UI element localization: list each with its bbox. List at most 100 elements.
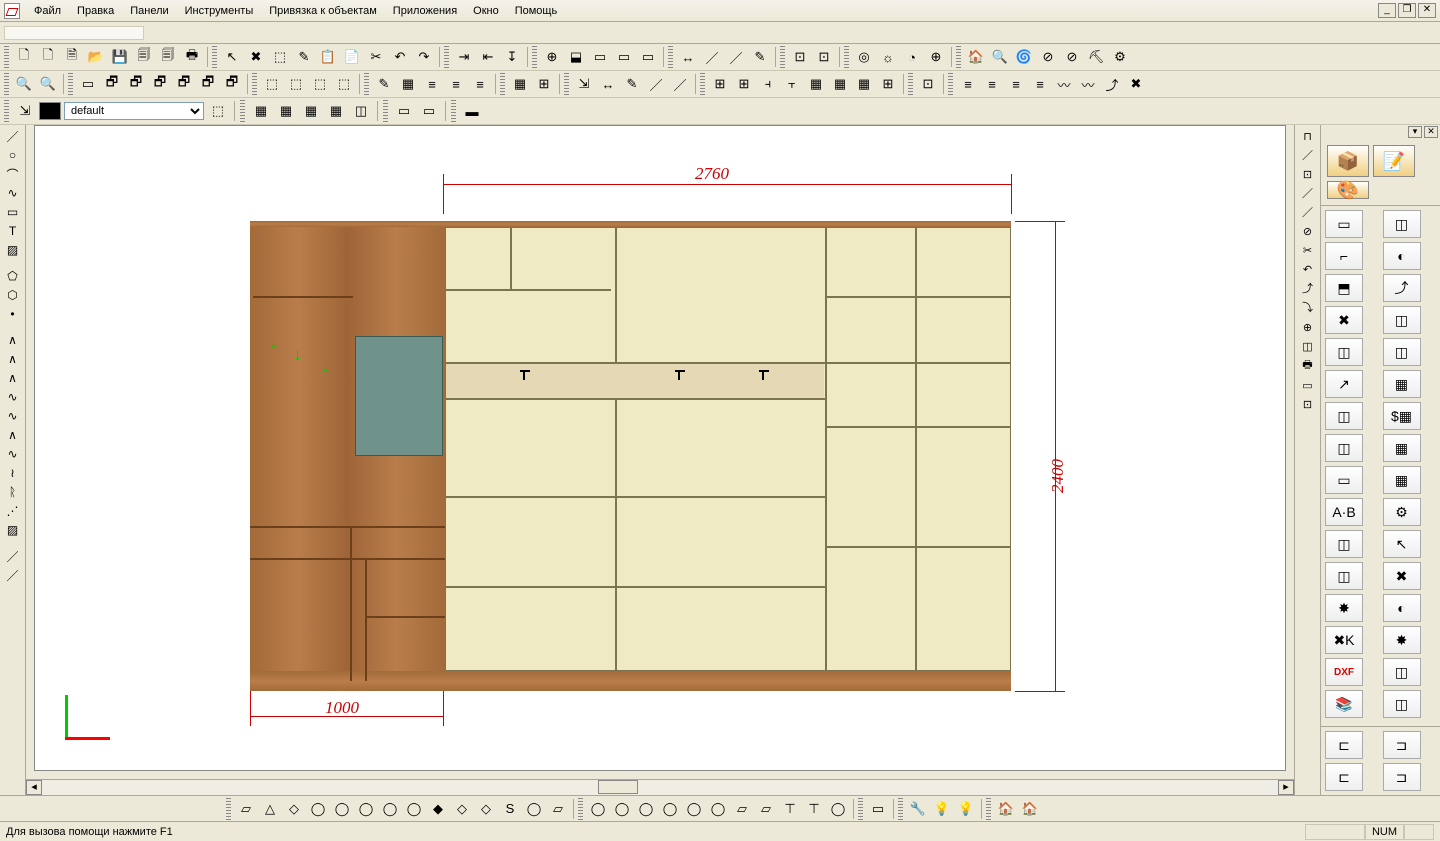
shape-button[interactable]: ◯ bbox=[587, 798, 609, 820]
toolbar-button[interactable]: 🔍 bbox=[37, 73, 59, 95]
toolbar-button[interactable]: 📋 bbox=[317, 46, 339, 68]
panel-item[interactable]: ◫ bbox=[1325, 402, 1363, 430]
shape-button[interactable]: ◯ bbox=[307, 798, 329, 820]
toolbar-button[interactable]: ⬚ bbox=[333, 73, 355, 95]
toolbar-button[interactable]: 🗋 bbox=[37, 46, 59, 68]
shape-button[interactable]: 🏠 bbox=[1019, 798, 1041, 820]
panel-item[interactable]: ✖ bbox=[1383, 562, 1421, 590]
shape-button[interactable]: S bbox=[499, 798, 521, 820]
tool-button[interactable]: ⊡ bbox=[1298, 395, 1318, 413]
tool-button[interactable]: ✂ bbox=[1298, 241, 1318, 259]
panel-item[interactable]: ✸ bbox=[1325, 594, 1363, 622]
toolbar-button[interactable]: ⬚ bbox=[285, 73, 307, 95]
tool-button[interactable]: ⬠ bbox=[3, 267, 23, 285]
toolbar-button[interactable]: ⊕ bbox=[541, 46, 563, 68]
shape-button[interactable]: ⊤ bbox=[779, 798, 801, 820]
toolbar-button[interactable]: ✎ bbox=[293, 46, 315, 68]
toolbar-button[interactable]: ▦ bbox=[853, 73, 875, 95]
toolbar-button[interactable]: 📄 bbox=[341, 46, 363, 68]
tool-button[interactable]: ∿ bbox=[3, 184, 23, 202]
scroll-track[interactable] bbox=[42, 780, 1278, 795]
tool-button[interactable]: ∿ bbox=[3, 445, 23, 463]
shape-button[interactable]: ◯ bbox=[379, 798, 401, 820]
tool-button[interactable]: ∧ bbox=[3, 426, 23, 444]
toolbar-button[interactable]: 🔍 bbox=[13, 73, 35, 95]
shape-button[interactable]: ▱ bbox=[235, 798, 257, 820]
layer-dropdown[interactable]: default bbox=[64, 102, 204, 120]
toolbar-button[interactable]: ／ bbox=[645, 73, 667, 95]
toolbar-button[interactable]: ⛏ bbox=[1085, 46, 1107, 68]
toolbar-button[interactable]: ⬚ bbox=[261, 73, 283, 95]
tool-button[interactable]: ▨ bbox=[3, 241, 23, 259]
menu-window[interactable]: Окно bbox=[465, 2, 507, 20]
panel-item[interactable]: ▦ bbox=[1383, 434, 1421, 462]
toolbar-button[interactable]: ↔ bbox=[677, 46, 699, 68]
toolbar-button[interactable]: ✎ bbox=[749, 46, 771, 68]
tool-button[interactable]: ∿ bbox=[3, 388, 23, 406]
panel-float-icon[interactable]: ▾ bbox=[1408, 126, 1422, 138]
toolbar-button[interactable]: ▭ bbox=[589, 46, 611, 68]
panel-close-icon[interactable]: ✕ bbox=[1424, 126, 1438, 138]
panel-item[interactable]: DXF bbox=[1325, 658, 1363, 686]
menu-panels[interactable]: Панели bbox=[122, 2, 176, 20]
toolbar-button[interactable]: ／ bbox=[701, 46, 723, 68]
toolbar-button[interactable]: 🖶 bbox=[181, 46, 203, 68]
toolbar-button[interactable]: ≡ bbox=[957, 73, 979, 95]
toolbar-button[interactable]: 🗗 bbox=[221, 73, 243, 95]
tool-button[interactable]: ᚱ bbox=[3, 483, 23, 501]
color-swatch[interactable] bbox=[39, 102, 61, 120]
panel-item[interactable]: 📚 bbox=[1325, 690, 1363, 718]
toolbar-button[interactable]: ↶ bbox=[389, 46, 411, 68]
tool-button[interactable]: ／ bbox=[3, 547, 23, 565]
toolbar-button[interactable]: ⊞ bbox=[733, 73, 755, 95]
panel-item[interactable]: ✖K bbox=[1325, 626, 1363, 654]
toolbar-button[interactable]: ⇲ bbox=[14, 100, 36, 122]
tool-button[interactable]: ▨ bbox=[3, 521, 23, 539]
tool-button[interactable]: T bbox=[3, 222, 23, 240]
toolbar-button[interactable]: ▭ bbox=[418, 100, 440, 122]
toolbar-button[interactable]: ⤴ bbox=[1101, 73, 1123, 95]
tool-button[interactable]: ／ bbox=[1298, 146, 1318, 164]
menu-tools[interactable]: Инструменты bbox=[177, 2, 262, 20]
close-button[interactable]: ✕ bbox=[1418, 3, 1436, 18]
tool-button[interactable]: ∧ bbox=[3, 331, 23, 349]
shape-button[interactable]: ◯ bbox=[331, 798, 353, 820]
panel-item[interactable]: ▦ bbox=[1383, 466, 1421, 494]
palette-icon[interactable]: 🎨 bbox=[1327, 181, 1369, 199]
toolbar-button[interactable]: 🔍 bbox=[989, 46, 1011, 68]
tool-button[interactable]: ／ bbox=[3, 127, 23, 145]
toolbar-button[interactable]: ⇲ bbox=[573, 73, 595, 95]
panel-item[interactable]: ▦ bbox=[1383, 370, 1421, 398]
panel-item[interactable]: ⊐ bbox=[1383, 763, 1421, 791]
panel-item[interactable]: ◫ bbox=[1325, 434, 1363, 462]
toolbar-button[interactable]: ▦ bbox=[805, 73, 827, 95]
menu-snap[interactable]: Привязка к объектам bbox=[261, 2, 385, 20]
toolbar-button[interactable]: 🌀 bbox=[1013, 46, 1035, 68]
panel-item[interactable]: ✸ bbox=[1383, 626, 1421, 654]
panel-item[interactable]: $▦ bbox=[1383, 402, 1421, 430]
panel-item[interactable]: ◫ bbox=[1383, 306, 1421, 334]
edit-library-icon[interactable]: 📝 bbox=[1373, 145, 1415, 177]
shape-button[interactable]: ▱ bbox=[731, 798, 753, 820]
toolbar-button[interactable]: ▦ bbox=[829, 73, 851, 95]
toolbar-button[interactable]: ⊘ bbox=[1037, 46, 1059, 68]
tool-button[interactable]: ⤴ bbox=[1298, 279, 1318, 297]
shape-button[interactable]: ◯ bbox=[659, 798, 681, 820]
tool-button[interactable]: ↶ bbox=[1298, 260, 1318, 278]
toolbar-button[interactable]: 💾 bbox=[109, 46, 131, 68]
panel-item[interactable]: ◫ bbox=[1325, 530, 1363, 558]
toolbar-button[interactable]: ◔ bbox=[901, 46, 923, 68]
panel-item[interactable]: ◫ bbox=[1383, 690, 1421, 718]
toolbar-button[interactable]: ≡ bbox=[1005, 73, 1027, 95]
panel-item[interactable]: ◫ bbox=[1325, 338, 1363, 366]
shape-button[interactable]: ◯ bbox=[355, 798, 377, 820]
library-icon[interactable]: 📦 bbox=[1327, 145, 1369, 177]
menu-apps[interactable]: Приложения bbox=[385, 2, 465, 20]
panel-item[interactable]: ↖ bbox=[1383, 530, 1421, 558]
tool-button[interactable]: ⊘ bbox=[1298, 222, 1318, 240]
toolbar-button[interactable]: ▦ bbox=[509, 73, 531, 95]
shape-button[interactable]: ◇ bbox=[451, 798, 473, 820]
toolbar-button[interactable]: 🗗 bbox=[173, 73, 195, 95]
panel-item[interactable]: ⌐ bbox=[1325, 242, 1363, 270]
toolbar-button[interactable]: ≡ bbox=[469, 73, 491, 95]
